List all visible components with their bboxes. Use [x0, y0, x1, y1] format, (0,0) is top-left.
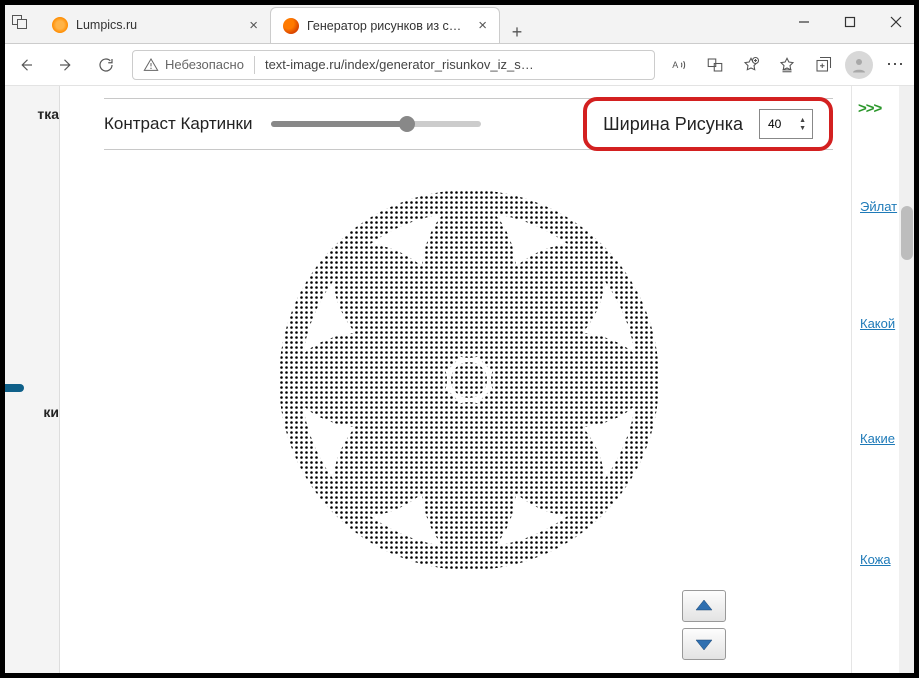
warning-icon: [143, 57, 159, 73]
ascii-preview: [269, 180, 669, 580]
favicon-generator: [283, 18, 299, 34]
menu-button[interactable]: ⋯: [877, 54, 913, 75]
close-icon[interactable]: ×: [247, 17, 260, 34]
maximize-button[interactable]: [827, 0, 873, 43]
scrollbar[interactable]: [899, 86, 915, 674]
minimize-button[interactable]: [781, 0, 827, 43]
tab-generator[interactable]: Генератор рисунков из символ ×: [270, 7, 500, 43]
left-sidebar: тка ки: [4, 86, 60, 674]
new-tab-button[interactable]: +: [500, 22, 534, 43]
step-up-icon[interactable]: ▲: [799, 117, 806, 124]
sidebar-item: тка: [4, 104, 59, 124]
read-aloud-icon[interactable]: A: [661, 47, 697, 83]
tab-strip-icon[interactable]: [0, 0, 40, 43]
scroll-down-button[interactable]: [682, 628, 726, 660]
refresh-button[interactable]: [86, 45, 126, 85]
close-window-button[interactable]: [873, 0, 919, 43]
contrast-slider[interactable]: [271, 121, 481, 127]
width-value: 40: [768, 117, 781, 131]
sidebar-divider: [4, 384, 24, 392]
favicon-lumpics: [52, 17, 68, 33]
step-down-icon[interactable]: ▼: [799, 125, 806, 132]
favorite-add-icon[interactable]: [733, 47, 769, 83]
profile-avatar[interactable]: [845, 51, 873, 79]
width-label: Ширина Рисунка: [603, 114, 743, 135]
security-label: Небезопасно: [165, 57, 244, 72]
translate-icon[interactable]: [697, 47, 733, 83]
url-text: text-image.ru/index/generator_risunkov_i…: [265, 57, 644, 72]
svg-text:A: A: [672, 60, 678, 70]
tab-lumpics[interactable]: Lumpics.ru ×: [40, 7, 270, 43]
tab-label: Lumpics.ru: [76, 18, 239, 32]
scroll-up-button[interactable]: [682, 590, 726, 622]
width-highlight-box: Ширина Рисунка 40 ▲▼: [583, 97, 833, 151]
forward-button[interactable]: [46, 45, 86, 85]
address-bar[interactable]: Небезопасно text-image.ru/index/generato…: [132, 50, 655, 80]
right-sidebar: >>> Эйлат Какой Какие Кожа: [851, 86, 915, 674]
scrollbar-thumb[interactable]: [901, 206, 913, 260]
favorites-icon[interactable]: [769, 47, 805, 83]
contrast-label: Контраст Картинки: [104, 114, 253, 134]
close-icon[interactable]: ×: [476, 17, 489, 34]
width-stepper[interactable]: 40 ▲▼: [759, 109, 813, 139]
collections-icon[interactable]: [805, 47, 841, 83]
sidebar-item: ки: [4, 402, 59, 422]
back-button[interactable]: [6, 45, 46, 85]
tab-label: Генератор рисунков из символ: [307, 19, 468, 33]
